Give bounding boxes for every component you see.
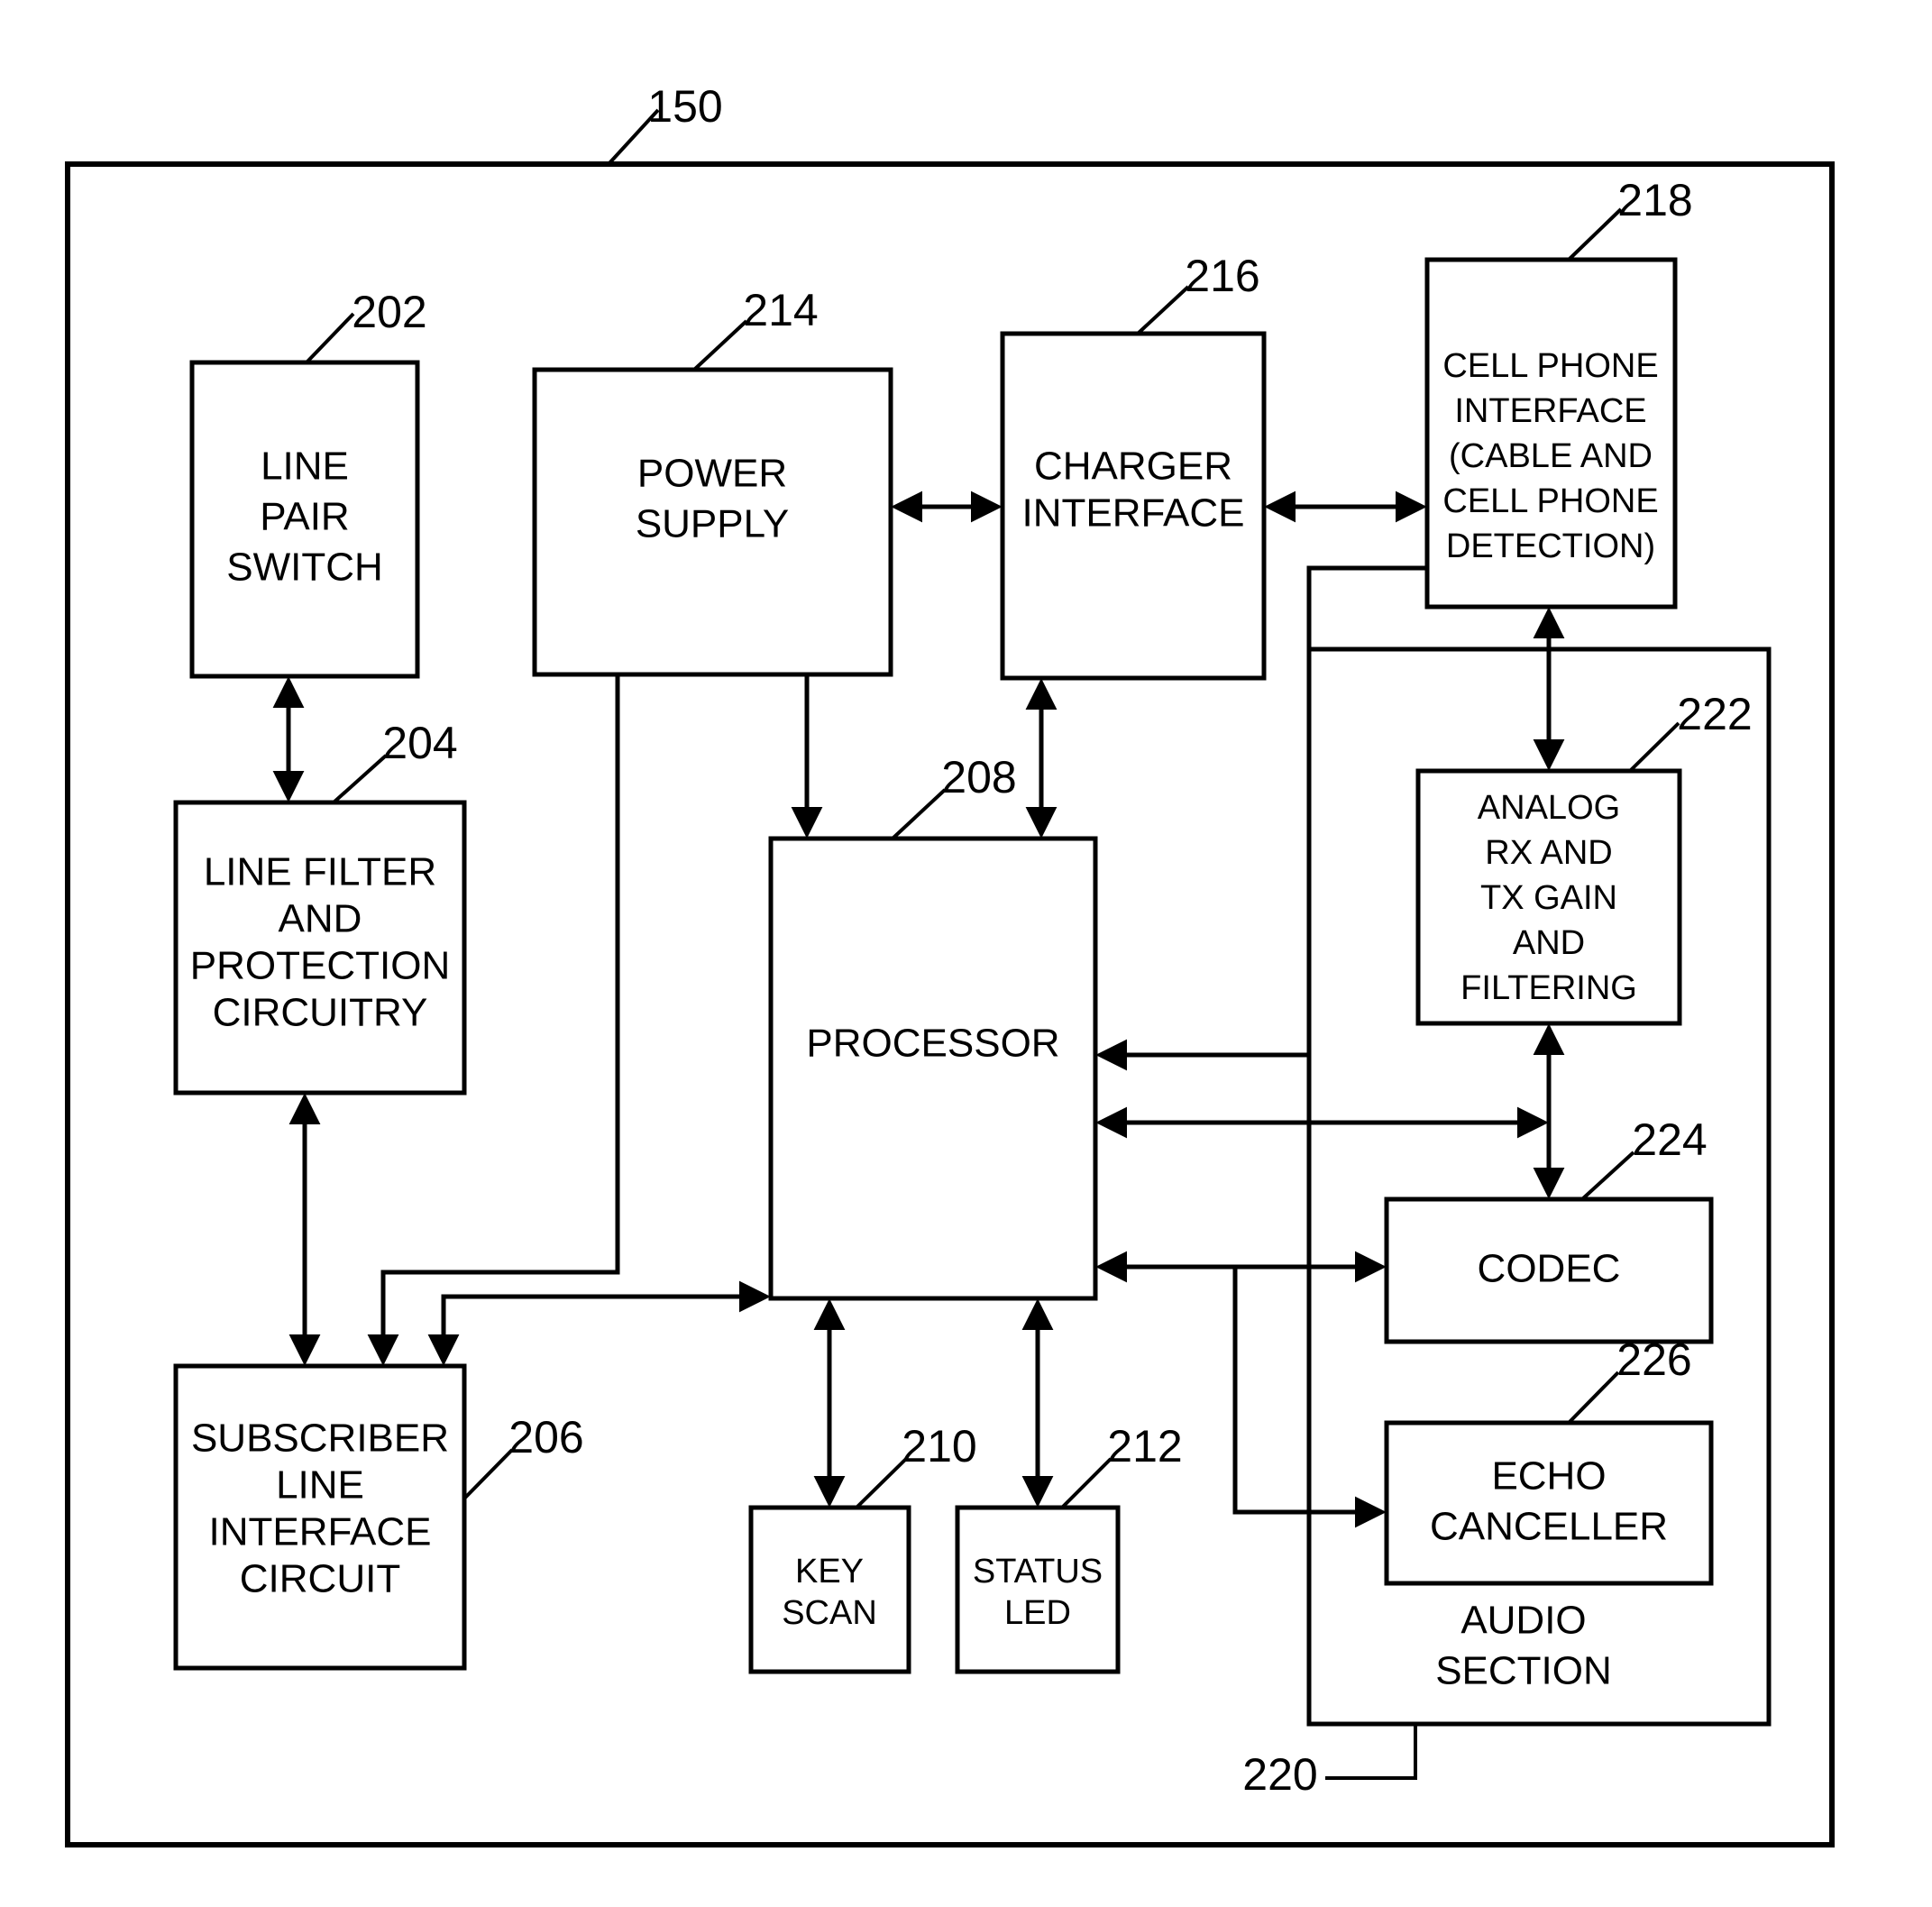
ref-label-224: 224	[1632, 1114, 1707, 1165]
block-diagram-svg: 150 AUDIO SECTION 220 LINE PAIR SWITCH 2…	[65, 81, 1835, 1847]
block-key-scan-line-1: SCAN	[782, 1594, 877, 1632]
ref-label-204: 204	[382, 718, 457, 768]
leader-line-214	[692, 319, 748, 371]
audio-section-label-line-1: SECTION	[1435, 1649, 1612, 1693]
block-line-pair-switch-line-0: LINE	[261, 445, 349, 489]
block-processor-label: PROCESSOR	[806, 1022, 1059, 1066]
leader-line-204	[332, 754, 388, 804]
ref-label-226: 226	[1616, 1334, 1691, 1385]
block-analog-gain-line-3: AND	[1513, 924, 1585, 962]
leader-line-226	[1567, 1371, 1620, 1425]
ref-label-214: 214	[743, 285, 818, 335]
block-cell-phone-interface-line-0: CELL PHONE	[1442, 347, 1658, 385]
block-line-filter-line-1: AND	[279, 897, 362, 941]
block-power-supply-line-0: POWER	[637, 452, 787, 496]
block-line-pair-switch-line-1: PAIR	[260, 495, 349, 539]
leader-line-210	[855, 1457, 908, 1509]
block-analog-gain-line-0: ANALOG	[1478, 789, 1620, 827]
block-line-pair-switch-line-2: SWITCH	[226, 546, 383, 590]
block-cell-phone-interface-line-4: DETECTION)	[1446, 527, 1655, 565]
ref-label-202: 202	[352, 287, 426, 337]
block-power-supply-line-1: SUPPLY	[636, 502, 789, 546]
block-charger-interface-line-0: CHARGER	[1034, 445, 1232, 489]
block-line-filter-line-3: CIRCUITRY	[213, 991, 428, 1035]
block-echo-canceller[interactable]	[1384, 1420, 1714, 1586]
leader-line-208	[891, 788, 947, 840]
block-echo-canceller-line-1: CANCELLER	[1430, 1505, 1668, 1549]
leader-line-222	[1628, 721, 1680, 773]
block-cell-phone-interface-line-1: INTERFACE	[1454, 392, 1646, 430]
ref-label-218: 218	[1617, 175, 1692, 225]
audio-section-label-line-0: AUDIO	[1460, 1599, 1586, 1643]
ref-label-216: 216	[1185, 251, 1259, 301]
block-charger-interface-line-1: INTERFACE	[1022, 491, 1245, 536]
block-cell-phone-interface-line-2: (CABLE AND	[1449, 437, 1653, 475]
ref-label-220: 220	[1242, 1749, 1317, 1800]
block-analog-gain-line-2: TX GAIN	[1480, 879, 1617, 917]
ref-label-206: 206	[508, 1412, 583, 1462]
leader-line-216	[1136, 285, 1190, 335]
block-processor[interactable]	[768, 836, 1098, 1301]
leader-line-202	[305, 312, 355, 364]
block-codec-label: CODEC	[1478, 1247, 1621, 1291]
leader-line-206	[462, 1448, 514, 1500]
block-echo-canceller-line-0: ECHO	[1491, 1454, 1606, 1499]
connector-slic-to-processor	[427, 1280, 771, 1366]
leader-line-224	[1580, 1151, 1635, 1201]
block-analog-gain-line-4: FILTERING	[1460, 969, 1637, 1007]
block-slic-line-0: SUBSCRIBER	[191, 1416, 449, 1461]
block-slic-line-1: LINE	[276, 1463, 364, 1508]
block-status-led-line-1: LED	[1004, 1594, 1071, 1632]
ref-label-210: 210	[902, 1421, 976, 1472]
block-cell-phone-interface-line-3: CELL PHONE	[1442, 482, 1658, 520]
ref-label-212: 212	[1107, 1421, 1182, 1472]
block-key-scan-line-0: KEY	[795, 1553, 864, 1591]
block-analog-gain-line-1: RX AND	[1485, 834, 1612, 872]
block-slic-line-3: CIRCUIT	[240, 1557, 400, 1601]
ref-label-222: 222	[1677, 689, 1752, 739]
leader-line-220	[1325, 1724, 1417, 1780]
leader-line-218	[1567, 207, 1623, 261]
ref-label-208: 208	[941, 752, 1016, 802]
ref-label-150: 150	[647, 81, 722, 132]
block-status-led-line-0: STATUS	[973, 1553, 1103, 1591]
block-line-filter-line-0: LINE FILTER	[204, 850, 436, 894]
patent-figure: 150 AUDIO SECTION 220 LINE PAIR SWITCH 2…	[0, 0, 1932, 1907]
block-line-filter-line-2: PROTECTION	[190, 944, 450, 988]
block-slic-line-2: INTERFACE	[209, 1510, 432, 1554]
leader-line-212	[1060, 1457, 1113, 1509]
